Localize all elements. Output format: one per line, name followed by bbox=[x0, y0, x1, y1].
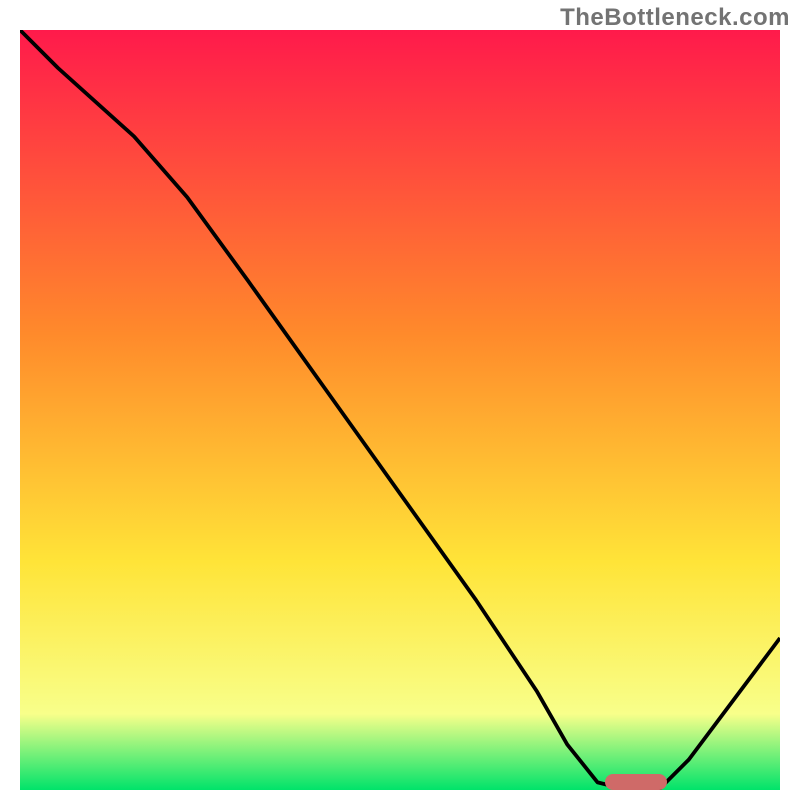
attribution-label: TheBottleneck.com bbox=[560, 4, 790, 32]
current-marker-icon bbox=[605, 774, 667, 790]
bottleneck-curve bbox=[20, 30, 780, 790]
chart-area bbox=[20, 30, 780, 790]
